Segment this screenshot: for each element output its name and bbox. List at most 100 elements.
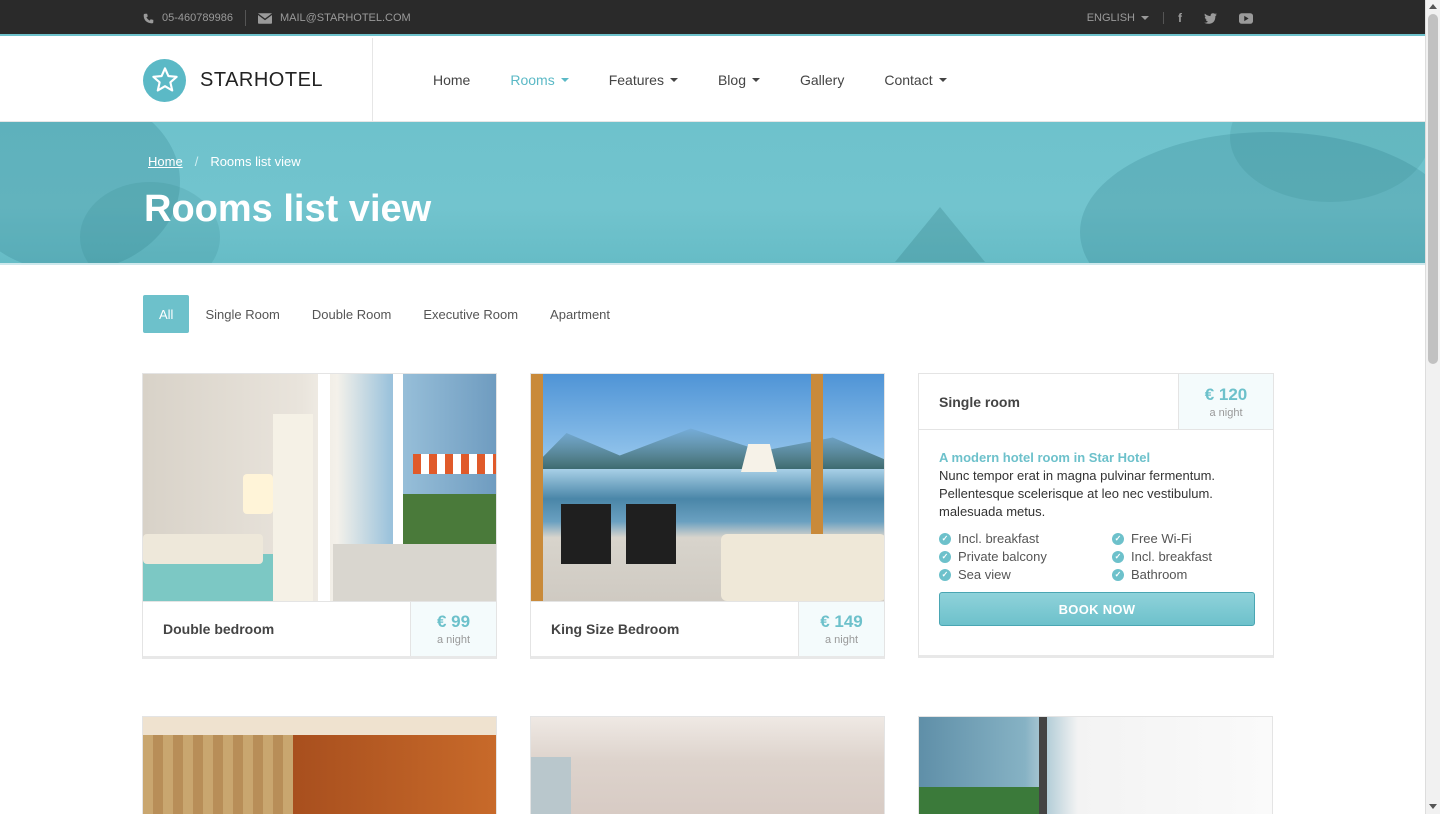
room-detail-card: Single room € 120 a night A modern hotel… bbox=[918, 373, 1274, 658]
feature-label: Private balcony bbox=[958, 549, 1047, 564]
feature-label: Sea view bbox=[958, 567, 1011, 582]
social-links: f bbox=[1178, 11, 1253, 25]
chevron-down-icon bbox=[1141, 16, 1149, 20]
filter-single-room[interactable]: Single Room bbox=[189, 295, 295, 333]
room-photo[interactable] bbox=[919, 717, 1272, 814]
price-amount: € 99 bbox=[436, 612, 471, 631]
feature-item: ✓ Free Wi-Fi bbox=[1112, 531, 1262, 546]
chevron-down-icon bbox=[752, 78, 760, 82]
room-photo[interactable] bbox=[143, 717, 496, 814]
price-period: a night bbox=[436, 634, 471, 646]
star-logo-icon bbox=[143, 58, 186, 102]
chevron-down-icon bbox=[669, 78, 678, 82]
feature-item: ✓ Incl. breakfast bbox=[1112, 549, 1262, 564]
envelope-icon bbox=[257, 12, 272, 24]
nav-blog[interactable]: Blog bbox=[718, 72, 760, 88]
check-icon: ✓ bbox=[1112, 550, 1124, 563]
room-photo[interactable] bbox=[531, 374, 884, 601]
check-icon: ✓ bbox=[1112, 568, 1124, 581]
email-item[interactable]: MAIL@STARHOTEL.COM bbox=[257, 12, 411, 24]
language-label: ENGLISH bbox=[1086, 12, 1135, 24]
detail-body: A modern hotel room in Star Hotel Nunc t… bbox=[919, 430, 1273, 626]
room-name[interactable]: Double bedroom bbox=[143, 602, 410, 656]
room-card[interactable] bbox=[530, 716, 885, 814]
feature-item: ✓ Private balcony bbox=[939, 549, 1112, 564]
filter-double-room[interactable]: Double Room bbox=[296, 295, 408, 333]
room-card[interactable]: King Size Bedroom € 149 a night bbox=[530, 373, 885, 659]
room-price: € 99 a night bbox=[410, 602, 496, 656]
logo[interactable]: STARHOTEL bbox=[143, 38, 373, 122]
nav-features[interactable]: Features bbox=[609, 72, 678, 88]
check-icon: ✓ bbox=[939, 568, 951, 581]
room-card[interactable] bbox=[142, 716, 497, 814]
nav-features-label: Features bbox=[608, 72, 664, 88]
hut-roof-icon bbox=[895, 207, 985, 262]
phone-number: 05-460789986 bbox=[162, 12, 233, 24]
check-icon: ✓ bbox=[1112, 532, 1124, 545]
page-title: Rooms list view bbox=[144, 188, 432, 230]
detail-description: Nunc tempor erat in magna pulvinar ferme… bbox=[939, 468, 1216, 519]
price-amount: € 120 bbox=[1204, 384, 1248, 404]
filter-apartment[interactable]: Apartment bbox=[534, 295, 626, 333]
facebook-icon[interactable]: f bbox=[1178, 11, 1182, 25]
language-selector[interactable]: ENGLISH bbox=[1087, 12, 1164, 24]
room-card-footer: Double bedroom € 99 a night bbox=[143, 601, 496, 656]
room-photo[interactable] bbox=[143, 374, 496, 601]
feature-list: ✓ Incl. breakfast ✓ Free Wi-Fi ✓ Private ba… bbox=[939, 531, 1253, 582]
scroll-thumb[interactable] bbox=[1428, 14, 1438, 364]
youtube-icon[interactable] bbox=[1239, 12, 1253, 24]
nav-gallery-label: Gallery bbox=[800, 72, 845, 88]
nav-gallery[interactable]: Gallery bbox=[800, 72, 844, 88]
price-amount: € 149 bbox=[820, 612, 863, 631]
contact-info: 05-460789986 MAIL@STARHOTEL.COM bbox=[143, 0, 411, 36]
feature-item: ✓ Sea view bbox=[939, 567, 1112, 582]
chevron-down-icon bbox=[560, 78, 569, 82]
nav-home[interactable]: Home bbox=[433, 72, 470, 88]
chevron-down-icon bbox=[938, 78, 947, 82]
room-card-footer: King Size Bedroom € 149 a night bbox=[531, 601, 884, 656]
detail-room-name[interactable]: Single room bbox=[919, 374, 1178, 429]
feature-label: Free Wi-Fi bbox=[1131, 531, 1192, 546]
scroll-up-icon[interactable] bbox=[1429, 4, 1437, 9]
breadcrumb-separator: / bbox=[194, 154, 199, 169]
nav-rooms[interactable]: Rooms bbox=[510, 72, 569, 88]
feature-label: Incl. breakfast bbox=[1131, 549, 1212, 564]
nav-contact[interactable]: Contact bbox=[884, 72, 947, 88]
nav-home-label: Home bbox=[433, 72, 471, 88]
breadcrumb-home[interactable]: Home bbox=[148, 154, 183, 169]
detail-header: Single room € 120 a night bbox=[919, 374, 1273, 430]
email-link[interactable]: MAIL@STARHOTEL.COM bbox=[280, 12, 411, 24]
brand-name: STARHOTEL bbox=[200, 68, 324, 91]
room-card[interactable] bbox=[918, 716, 1273, 814]
filter-executive-room[interactable]: Executive Room bbox=[407, 295, 534, 333]
page-hero: Home / Rooms list view Rooms list view bbox=[0, 122, 1425, 265]
room-name[interactable]: King Size Bedroom bbox=[531, 602, 798, 656]
price-period: a night bbox=[824, 634, 859, 646]
room-filter-tabs: All Single Room Double Room Executive Ro… bbox=[143, 295, 626, 333]
breadcrumb-current: Rooms list view bbox=[210, 154, 301, 169]
topbar-right: ENGLISH f bbox=[1087, 0, 1253, 36]
page-scrollbar[interactable] bbox=[1425, 0, 1440, 814]
feature-item: ✓ Bathroom bbox=[1112, 567, 1262, 582]
top-bar: 05-460789986 MAIL@STARHOTEL.COM ENGLISH … bbox=[0, 0, 1425, 36]
feature-item: ✓ Incl. breakfast bbox=[939, 531, 1112, 546]
nav-contact-label: Contact bbox=[884, 72, 933, 88]
price-period: a night bbox=[1209, 406, 1243, 419]
check-icon: ✓ bbox=[939, 532, 951, 545]
nav-rooms-label: Rooms bbox=[510, 72, 555, 88]
feature-label: Bathroom bbox=[1131, 567, 1188, 582]
twitter-icon[interactable] bbox=[1204, 12, 1217, 24]
check-icon: ✓ bbox=[939, 550, 951, 563]
feature-label: Incl. breakfast bbox=[958, 531, 1039, 546]
detail-price: € 120 a night bbox=[1178, 374, 1273, 429]
breadcrumb: Home / Rooms list view bbox=[148, 154, 301, 169]
room-photo[interactable] bbox=[531, 717, 884, 814]
phone-item: 05-460789986 bbox=[143, 12, 233, 24]
filter-all[interactable]: All bbox=[143, 295, 190, 333]
scroll-down-icon[interactable] bbox=[1429, 804, 1437, 809]
book-now-button[interactable]: BOOK NOW bbox=[939, 592, 1255, 626]
room-card[interactable]: Double bedroom € 99 a night bbox=[142, 373, 497, 659]
room-price: € 149 a night bbox=[798, 602, 884, 656]
site-header: STARHOTEL Home Rooms Features Blog Galle… bbox=[0, 38, 1425, 122]
nav-blog-label: Blog bbox=[717, 72, 746, 88]
